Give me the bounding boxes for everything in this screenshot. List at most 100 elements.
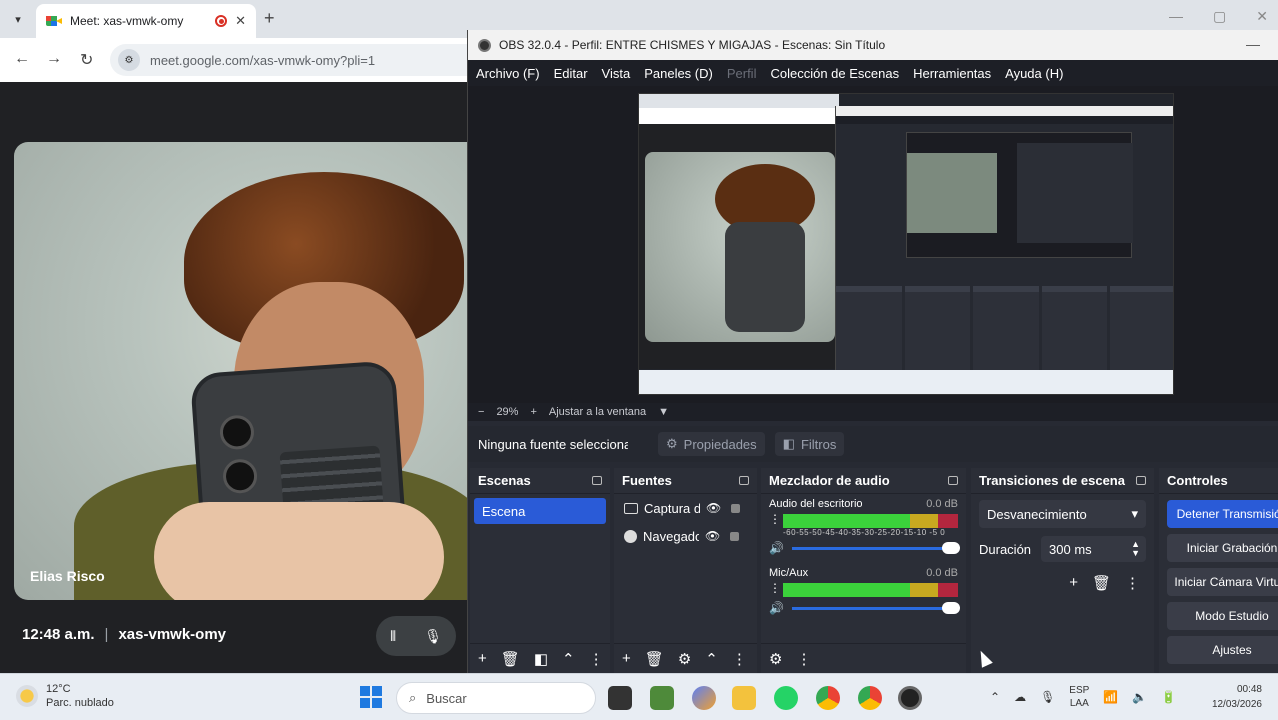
transition-select[interactable]: Desvanecimiento ▾ [979,500,1146,528]
menu-ayuda[interactable]: Ayuda (H) [1005,66,1063,81]
audio-level-icon[interactable]: ⦀ [390,628,396,645]
preview-capture [638,93,1174,395]
site-info-icon[interactable]: ⚙ [118,49,140,71]
close-tab-icon[interactable]: ✕ [235,13,246,29]
microphone-icon[interactable]: 🎙 [1040,690,1055,704]
menu-editar[interactable]: Editar [554,66,588,81]
more-icon[interactable]: ⋮ [1125,574,1140,592]
filters-button[interactable]: ◧ Filtros [774,432,845,456]
battery-icon[interactable]: 🔋 [1161,690,1176,704]
eye-icon[interactable]: 👁 [706,501,721,515]
settings-button[interactable]: Ajustes [1167,636,1278,664]
menu-vista[interactable]: Vista [602,66,631,81]
menu-perfil[interactable]: Perfil [727,66,757,81]
lock-icon[interactable] [730,531,740,541]
volume-icon[interactable]: 🔈 [1132,690,1147,704]
copilot-icon[interactable] [692,686,716,710]
obs-taskbar-icon[interactable] [898,686,922,710]
volume-slider[interactable] [791,541,960,554]
trash-icon[interactable]: 🗑 [1092,574,1111,592]
add-icon[interactable]: + [622,650,631,667]
slider-handle[interactable] [942,541,960,554]
lock-icon[interactable] [731,503,741,513]
minecraft-icon[interactable] [650,686,674,710]
zoom-out-button[interactable]: − [478,406,484,418]
menu-paneles[interactable]: Paneles (D) [644,66,713,81]
forward-arrow-icon[interactable]: → [46,50,62,68]
scene-item[interactable]: Escena [474,498,606,524]
meet-logo-icon [46,14,62,28]
undock-icon[interactable] [739,476,749,485]
slider-handle[interactable] [942,601,960,614]
microphone-icon[interactable]: 🎙 [424,628,442,645]
new-tab-button[interactable]: + [264,8,275,29]
back-arrow-icon[interactable]: ← [14,50,30,68]
task-view-icon[interactable] [608,686,632,710]
tab-search-button[interactable]: ▾ [6,8,30,30]
language-indicator[interactable]: ESP LAA [1069,684,1089,710]
wifi-icon[interactable]: 📶 [1103,690,1118,704]
volume-slider[interactable] [791,601,960,614]
gear-icon[interactable]: ⚙ [678,650,691,668]
meet-call-area: Elias Risco 12:48 a.m. | xas-vmwk-omy ⦀ … [0,82,484,673]
participant-video[interactable]: Elias Risco [14,142,484,600]
no-source-label: Ninguna fuente seleccionada [478,436,628,452]
advanced-audio-icon[interactable]: ⚙ [769,650,782,668]
chevron-up-icon[interactable]: ⌃ [705,650,718,668]
properties-button[interactable]: ⚙ Propiedades [658,432,765,456]
menu-archivo[interactable]: Archivo (F) [476,66,540,81]
more-icon[interactable]: ⋮ [732,650,747,668]
chevron-down-icon[interactable]: ▼ [658,406,669,418]
add-icon[interactable]: + [478,650,487,667]
stop-streaming-button[interactable]: Detener Transmisión [1167,500,1278,528]
system-clock[interactable]: 00:48 12/03/2026 [1212,682,1262,712]
menu-coleccion-escenas[interactable]: Colección de Escenas [770,66,899,81]
menu-herramientas[interactable]: Herramientas [913,66,991,81]
start-virtual-camera-button[interactable]: Iniciar Cámara Virtual [1167,568,1278,596]
speaker-icon[interactable]: 🔊 [769,541,784,555]
zoom-bar: − 29% + Ajustar a la ventana ▼ [468,403,1278,421]
source-item-screen-capture[interactable]: Captura de pantalla 👁 [614,494,757,522]
start-button[interactable] [360,686,382,708]
undock-icon[interactable] [1136,476,1146,485]
chrome-icon[interactable] [816,686,840,710]
more-icon[interactable]: ⋮ [796,650,811,668]
zoom-fit-dropdown[interactable]: Ajustar a la ventana [549,406,646,418]
trash-icon[interactable]: 🗑 [645,650,664,668]
more-icon[interactable]: ⋮ [589,650,604,668]
more-icon[interactable]: ⋮ [769,582,781,594]
trash-icon[interactable]: 🗑 [501,650,520,668]
source-item-browser[interactable]: Navegador 👁 [614,522,757,550]
tab-meet[interactable]: Meet: xas-vmwk-omy ✕ [36,4,256,38]
tab-title: Meet: xas-vmwk-omy [70,14,184,28]
undock-icon[interactable] [948,476,958,485]
more-icon[interactable]: ⋮ [769,513,781,525]
filter-icon[interactable]: ◧ [534,650,548,668]
close-window-icon[interactable]: ✕ [1256,8,1268,25]
source-toolbar: Ninguna fuente seleccionada ⚙ Propiedades… [468,426,1278,462]
chrome-profile-icon[interactable] [858,686,882,710]
undock-icon[interactable] [592,476,602,485]
start-recording-button[interactable]: Iniciar Grabación [1167,534,1278,562]
spin-arrows-icon[interactable]: ▲ ▼ [1131,540,1140,558]
minimize-icon[interactable]: — [1169,8,1183,25]
maximize-icon[interactable]: ▢ [1213,8,1226,25]
chevron-up-icon[interactable]: ⌃ [990,690,1000,704]
minimize-icon[interactable]: — [1246,36,1260,52]
program-preview[interactable] [468,86,1278,403]
add-icon[interactable]: + [1069,574,1078,592]
studio-mode-button[interactable]: Modo Estudio [1167,602,1278,630]
chevron-up-icon[interactable]: ⌃ [562,650,575,668]
meter-ticks: -60-55-50-45-40-35-30-25-20-15-10 -5 0 [783,528,946,537]
eye-icon[interactable]: 👁 [705,529,720,543]
weather-widget[interactable]: 12°C Parc. nublado [16,682,114,710]
whatsapp-icon[interactable] [774,686,798,710]
reload-icon[interactable]: ↻ [80,50,93,70]
source-name: Captura de pantalla [644,500,700,516]
file-explorer-icon[interactable] [732,686,756,710]
zoom-in-button[interactable]: + [530,406,536,418]
cloud-icon[interactable]: ☁ [1014,690,1026,704]
speaker-icon[interactable]: 🔊 [769,601,784,615]
duration-spinbox[interactable]: 300 ms ▲ ▼ [1041,536,1146,562]
taskbar-search[interactable]: ⌕ Buscar [396,682,596,714]
